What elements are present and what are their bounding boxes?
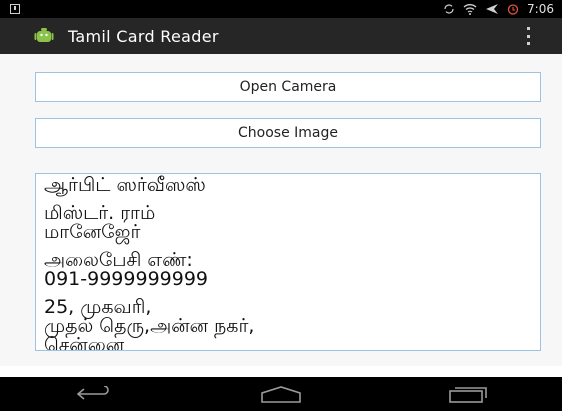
- overflow-menu-icon[interactable]: [524, 27, 532, 45]
- overflow-dot: [526, 42, 530, 45]
- alarm-icon: [507, 4, 519, 15]
- airplane-icon: [486, 4, 499, 14]
- company-name-text: ஆர்பிட் ஸர்வீஸஸ்: [44, 174, 206, 196]
- rotate-icon: [444, 4, 454, 14]
- back-button[interactable]: [69, 382, 119, 406]
- person-name-text: மிஸ்டர். ராம் மானேஜேர்: [44, 202, 156, 243]
- status-icons: 7:06: [443, 2, 554, 16]
- address-text: 25, முகவரி, முதல் தெரு,அன்ன நகர், சென்னை: [44, 296, 255, 351]
- status-left: [10, 4, 20, 14]
- back-icon: [76, 386, 109, 400]
- recent-apps-button[interactable]: [443, 382, 493, 406]
- status-bar: 7:06: [0, 0, 562, 18]
- gap-strip: [0, 366, 562, 377]
- overflow-dot: [526, 27, 530, 30]
- phone-text: அலைபேசி எண்: 091-9999999999: [44, 249, 209, 290]
- wifi-icon: [463, 4, 477, 15]
- action-bar: Tamil Card Reader: [0, 18, 562, 54]
- main-content: Open Camera Choose Image ஆர்பிட் ஸர்வீஸஸ…: [0, 54, 562, 366]
- app-title: Tamil Card Reader: [68, 26, 219, 46]
- status-time: 7:06: [527, 2, 554, 16]
- choose-image-button[interactable]: Choose Image: [35, 118, 541, 148]
- android-icon: [34, 28, 54, 42]
- open-camera-button[interactable]: Open Camera: [35, 72, 541, 102]
- home-button[interactable]: [256, 382, 306, 406]
- notification-icon: [10, 4, 20, 14]
- result-text-area[interactable]: ஆர்பிட் ஸர்வீஸஸ் மிஸ்டர். ராம் மானேஜேர் …: [35, 173, 541, 351]
- recent-apps-icon: [449, 387, 488, 403]
- navigation-bar: [0, 377, 562, 411]
- overflow-dot: [526, 34, 530, 38]
- home-icon: [261, 386, 301, 403]
